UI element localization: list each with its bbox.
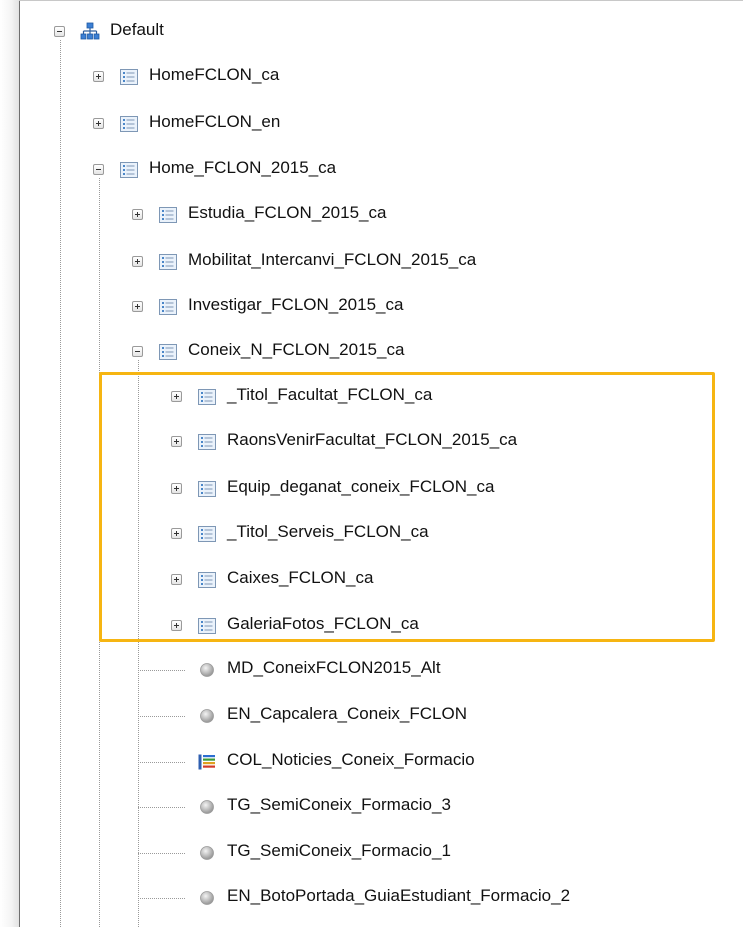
gray-circle-icon: [197, 706, 217, 726]
collapse-toggle-icon[interactable]: [132, 346, 143, 357]
network-icon: [80, 22, 100, 42]
tree-guide-line: [60, 40, 61, 927]
expand-toggle-icon[interactable]: [132, 209, 143, 220]
page-list-icon: [158, 205, 178, 225]
gray-circle-icon: [197, 888, 217, 908]
tree-node[interactable]: TG_SemiConeix_Formacio_1: [167, 836, 743, 870]
page-list-icon: [119, 67, 139, 87]
page-list-icon: [119, 114, 139, 134]
tree-node[interactable]: TG_SemiConeix_Formacio_3: [167, 790, 743, 824]
panel-border-left: [19, 0, 20, 927]
page-list-icon: [158, 342, 178, 362]
tree-node-label: Coneix_N_FCLON_2015_ca: [188, 340, 405, 359]
tree-node-label: EN_BotoPortada_GuiaEstudiant_Formacio_2: [227, 886, 571, 905]
tree-node[interactable]: Investigar_FCLON_2015_ca: [128, 290, 743, 324]
tree-node[interactable]: EN_BotoPortada_GuiaEstudiant_Formacio_2: [167, 881, 743, 915]
collapse-toggle-icon[interactable]: [54, 26, 65, 37]
tree-node-label: MD_ConeixFCLON2015_Alt: [227, 658, 441, 677]
tree-node[interactable]: Mobilitat_Intercanvi_FCLON_2015_ca: [128, 245, 743, 279]
tree-view: Default HomeFCLON_ca HomeFCLON_en Home_FCLO…: [0, 0, 743, 927]
gray-circle-icon: [197, 843, 217, 863]
gray-circle-icon: [197, 660, 217, 680]
tree-node-label: EN_Capcalera_Coneix_FCLON: [227, 704, 468, 723]
expand-toggle-icon[interactable]: [93, 71, 104, 82]
tree-node[interactable]: Estudia_FCLON_2015_ca: [128, 198, 743, 232]
tree-node-label: HomeFCLON_ca: [149, 65, 280, 84]
tree-node-label: TG_SemiConeix_Formacio_1: [227, 841, 451, 860]
page-list-icon: [158, 297, 178, 317]
tree-node-label: Estudia_FCLON_2015_ca: [188, 203, 387, 222]
page-list-icon: [119, 160, 139, 180]
page-list-icon: [158, 252, 178, 272]
tree-node[interactable]: COL_Noticies_Coneix_Formacio: [167, 745, 743, 779]
collapse-toggle-icon[interactable]: [93, 164, 104, 175]
color-list-icon: [197, 752, 217, 772]
tree-node[interactable]: Home_FCLON_2015_ca: [89, 153, 743, 187]
tree-node[interactable]: Coneix_N_FCLON_2015_ca: [128, 335, 743, 369]
tree-node[interactable]: HomeFCLON_en: [89, 107, 743, 141]
tree-node-label: HomeFCLON_en: [149, 112, 281, 131]
gray-circle-icon: [197, 797, 217, 817]
tree-node-label: Investigar_FCLON_2015_ca: [188, 295, 404, 314]
tree-node-label: COL_Noticies_Coneix_Formacio: [227, 750, 475, 769]
tree-node-label: Home_FCLON_2015_ca: [149, 158, 337, 177]
expand-toggle-icon[interactable]: [132, 256, 143, 267]
expand-toggle-icon[interactable]: [93, 118, 104, 129]
panel-border-top: [19, 0, 743, 1]
tree-node-label: Default: [110, 20, 164, 39]
tree-node-label: Mobilitat_Intercanvi_FCLON_2015_ca: [188, 250, 477, 269]
tree-node[interactable]: Default: [50, 15, 743, 49]
tree-node-label: TG_SemiConeix_Formacio_3: [227, 795, 451, 814]
tree-node[interactable]: MD_ConeixFCLON2015_Alt: [167, 653, 743, 687]
tree-node[interactable]: EN_Capcalera_Coneix_FCLON: [167, 699, 743, 733]
tree-node[interactable]: HomeFCLON_ca: [89, 60, 743, 94]
panel-shadow: [0, 0, 19, 927]
selection-highlight-box: [99, 372, 715, 642]
expand-toggle-icon[interactable]: [132, 301, 143, 312]
